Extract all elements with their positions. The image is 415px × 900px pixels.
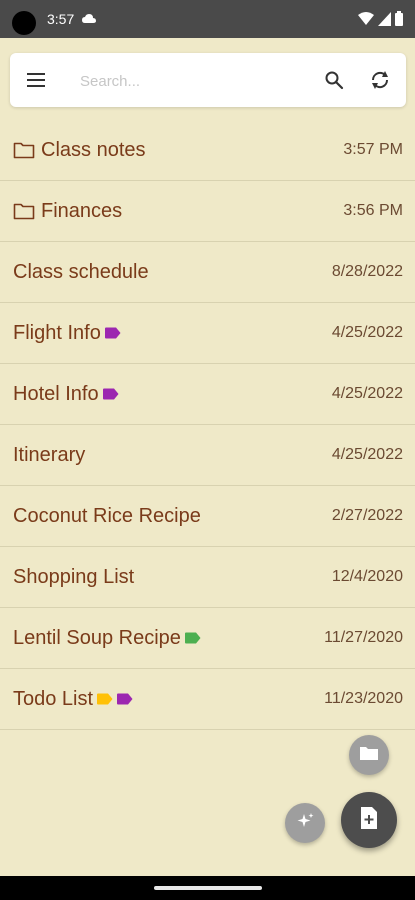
row-content: Class notes	[13, 120, 146, 180]
note-title: Finances	[41, 199, 123, 222]
new-note-button[interactable]	[341, 792, 397, 848]
row-content: Class schedule	[13, 242, 149, 302]
camera-cutout	[12, 11, 36, 35]
sync-icon[interactable]	[369, 69, 391, 96]
note-title: Lentil Soup Recipe	[13, 626, 181, 649]
folder-icon	[13, 141, 35, 159]
home-gesture-handle[interactable]	[154, 886, 262, 890]
note-title: Flight Info	[13, 321, 101, 344]
note-title: Class notes	[41, 138, 146, 161]
note-date: 11/23/2020	[324, 690, 403, 707]
note-date: 4/25/2022	[331, 385, 403, 402]
tag-icon	[102, 388, 119, 400]
row-content: Coconut Rice Recipe	[13, 486, 201, 546]
new-note-icon	[359, 806, 379, 835]
folder-icon	[359, 745, 379, 766]
status-icons	[358, 11, 403, 31]
new-folder-button[interactable]	[349, 735, 389, 775]
status-bar: 3:57	[0, 0, 415, 38]
row-content: Shopping List	[13, 547, 134, 607]
sparkle-icon	[295, 811, 315, 836]
row-content: Lentil Soup Recipe	[13, 608, 201, 668]
signal-icon	[378, 11, 391, 31]
note-date: 3:57 PM	[343, 141, 403, 158]
note-title: Hotel Info	[13, 382, 99, 405]
note-row[interactable]: Coconut Rice Recipe 2/27/2022	[0, 486, 415, 547]
note-title: Shopping List	[13, 565, 135, 588]
tag-icon	[96, 693, 113, 705]
note-date: 4/25/2022	[331, 446, 403, 463]
note-title: Todo List	[13, 687, 94, 710]
row-content: Todo List	[13, 669, 133, 729]
note-row[interactable]: Flight Info 4/25/2022	[0, 303, 415, 364]
hamburger-menu-icon[interactable]	[26, 70, 46, 95]
system-navigation-bar	[0, 876, 415, 900]
note-row[interactable]: Shopping List 12/4/2020	[0, 547, 415, 608]
folder-row[interactable]: Class notes 3:57 PM	[0, 120, 415, 181]
note-row[interactable]: Itinerary 4/25/2022	[0, 425, 415, 486]
note-date: 11/27/2020	[324, 629, 403, 646]
note-date: 3:56 PM	[343, 202, 403, 219]
cloud-icon	[82, 12, 96, 30]
search-bar	[10, 53, 406, 107]
wifi-icon	[358, 11, 374, 31]
row-content: Hotel Info	[13, 364, 119, 424]
note-date: 2/27/2022	[331, 507, 403, 524]
battery-icon	[395, 11, 403, 31]
note-title: Itinerary	[13, 443, 86, 466]
note-title: Class schedule	[13, 260, 149, 283]
notes-list: Class notes 3:57 PM Finances 3:56 PM Class s…	[0, 120, 415, 730]
search-icon[interactable]	[324, 70, 344, 95]
note-row[interactable]: Hotel Info 4/25/2022	[0, 364, 415, 425]
note-date: 4/25/2022	[331, 324, 403, 341]
tag-icon	[116, 693, 133, 705]
ai-assist-button[interactable]	[285, 803, 325, 843]
row-content: Itinerary	[13, 425, 85, 485]
note-row[interactable]: Lentil Soup Recipe 11/27/2020	[0, 608, 415, 669]
tag-icon	[104, 327, 121, 339]
note-date: 12/4/2020	[331, 568, 403, 585]
row-content: Flight Info	[13, 303, 121, 363]
folder-icon	[13, 202, 35, 220]
note-date: 8/28/2022	[331, 263, 403, 280]
folder-row[interactable]: Finances 3:56 PM	[0, 181, 415, 242]
note-row[interactable]: Todo List 11/23/2020	[0, 669, 415, 730]
status-time: 3:57	[47, 11, 75, 27]
note-title: Coconut Rice Recipe	[13, 504, 201, 527]
search-input[interactable]	[78, 67, 302, 95]
row-content: Finances	[13, 181, 122, 241]
tag-icon	[184, 632, 201, 644]
note-row[interactable]: Class schedule 8/28/2022	[0, 242, 415, 303]
